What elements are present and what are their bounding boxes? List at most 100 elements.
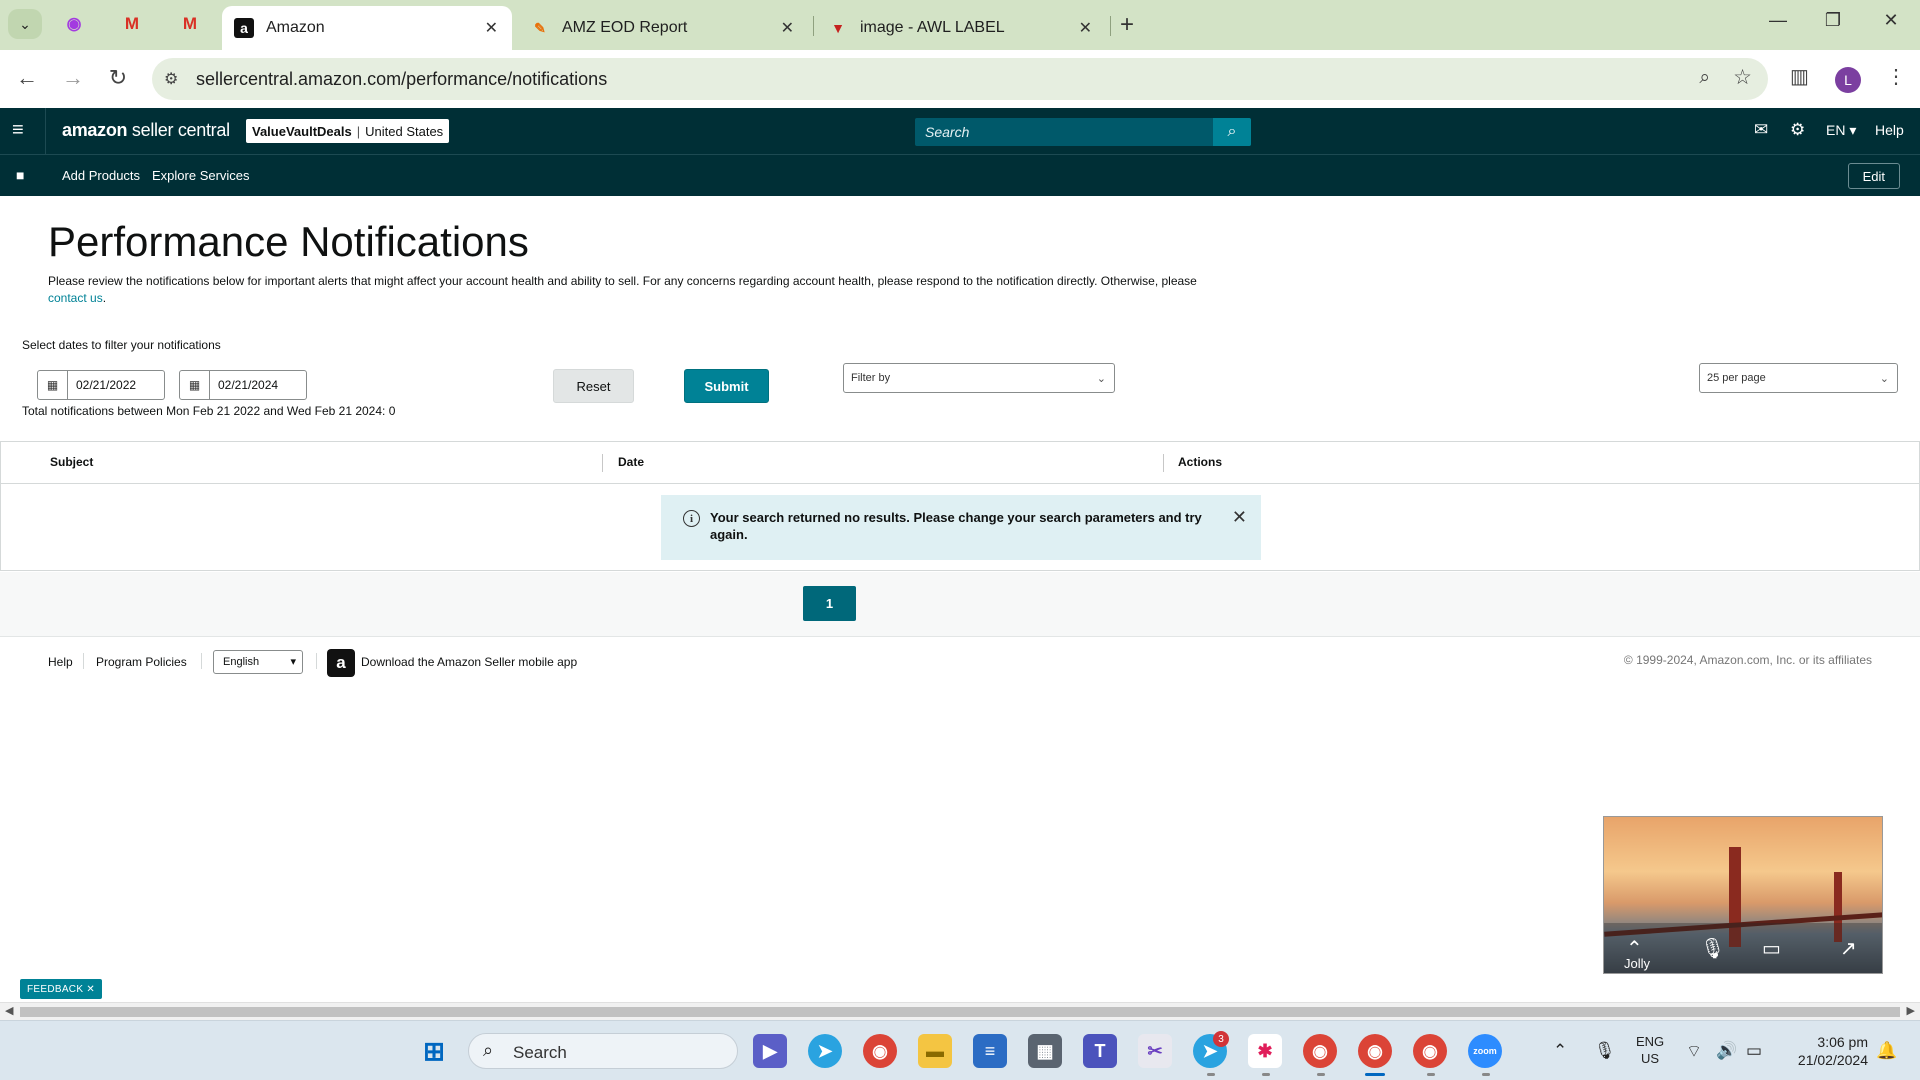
language-menu[interactable]: EN ▾ bbox=[1826, 122, 1856, 139]
file-explorer-icon[interactable]: ▬ bbox=[918, 1034, 952, 1068]
notepad-app-icon[interactable]: ≡ bbox=[973, 1034, 1007, 1068]
search-icon[interactable]: ⌕ bbox=[1213, 118, 1251, 146]
chrome-profile-icon-3[interactable]: ◉ bbox=[1413, 1034, 1447, 1068]
horizontal-scrollbar[interactable]: ◀ ▶ bbox=[0, 1002, 1920, 1020]
calendar-icon[interactable]: ▦ bbox=[38, 371, 68, 399]
tab-search-chevron-icon[interactable]: ⌄ bbox=[8, 9, 42, 39]
side-panel-icon[interactable]: ▥ bbox=[1790, 64, 1809, 89]
help-link[interactable]: Help bbox=[1875, 122, 1904, 138]
tab-amz-eod-report[interactable]: ✎ AMZ EOD Report ✕ bbox=[518, 6, 808, 50]
footer-separator bbox=[316, 653, 317, 669]
window-close-icon[interactable]: ✕ bbox=[1876, 10, 1906, 31]
restore-icon[interactable]: ❐ bbox=[1818, 10, 1848, 31]
scrollbar-thumb[interactable] bbox=[20, 1007, 1900, 1017]
amazon-app-logo-icon[interactable]: a bbox=[327, 649, 355, 677]
column-actions: Actions bbox=[1178, 455, 1223, 469]
start-date-field[interactable]: ▦ 02/21/2022 bbox=[37, 370, 165, 400]
per-page-select[interactable]: 25 per page ⌄ bbox=[1699, 363, 1898, 393]
system-clock[interactable]: 3:06 pm 21/02/2024 bbox=[1786, 1033, 1868, 1069]
footer-language-select[interactable]: English ▾ bbox=[213, 650, 303, 674]
zoom-app-icon[interactable]: zoom bbox=[1468, 1034, 1502, 1068]
gear-icon[interactable]: ⚙ bbox=[1790, 120, 1805, 140]
scroll-left-arrow-icon[interactable]: ◀ bbox=[5, 1004, 13, 1017]
tab-awl-label[interactable]: ▼ image - AWL LABEL ✕ bbox=[816, 6, 1106, 50]
download-app-link[interactable]: Download the Amazon Seller mobile app bbox=[361, 655, 577, 669]
bookmark-star-icon[interactable]: ☆ bbox=[1733, 65, 1752, 90]
calculator-app-icon[interactable]: ▦ bbox=[1028, 1034, 1062, 1068]
start-date-value[interactable]: 02/21/2022 bbox=[68, 371, 164, 399]
messenger-pinned-tab-icon[interactable]: ◉ bbox=[62, 12, 86, 36]
chrome-profile-icon[interactable]: ◉ bbox=[1303, 1034, 1337, 1068]
snipping-tool-icon[interactable]: ✂ bbox=[1138, 1034, 1172, 1068]
meet-app-icon[interactable]: ▶ bbox=[753, 1034, 787, 1068]
video-call-preview[interactable]: ⌃ 🎙 ▭ ↗ Jolly bbox=[1603, 816, 1883, 974]
wifi-icon[interactable]: ⌔ bbox=[1686, 1041, 1702, 1062]
column-divider bbox=[1163, 454, 1164, 472]
gmail-pinned-tab-icon[interactable]: M bbox=[120, 12, 144, 36]
search-icon: ⌕ bbox=[483, 1040, 494, 1060]
header-divider bbox=[45, 108, 46, 154]
close-icon[interactable]: ✕ bbox=[1232, 507, 1247, 528]
microphone-muted-icon[interactable]: 🎙 bbox=[1700, 936, 1725, 961]
scroll-right-arrow-icon[interactable]: ▶ bbox=[1907, 1004, 1915, 1017]
chrome-app-icon[interactable]: ◉ bbox=[863, 1034, 897, 1068]
subnav-explore-services[interactable]: Explore Services bbox=[152, 168, 250, 183]
subnav-add-products[interactable]: Add Products bbox=[62, 168, 140, 183]
seller-search-input[interactable]: Search ⌕ bbox=[915, 118, 1251, 146]
filter-by-select[interactable]: Filter by ⌄ bbox=[843, 363, 1115, 393]
battery-icon[interactable]: ▭ bbox=[1746, 1041, 1762, 1061]
close-tab-icon[interactable]: ✕ bbox=[1079, 18, 1092, 38]
feedback-button[interactable]: FEEDBACK ✕ bbox=[20, 979, 103, 999]
contact-us-link[interactable]: contact us bbox=[48, 291, 103, 305]
store-switcher[interactable]: ValueVaultDeals | United States bbox=[246, 119, 450, 143]
camera-icon[interactable]: ▭ bbox=[1762, 936, 1781, 961]
share-screen-icon[interactable]: ↗ bbox=[1840, 936, 1857, 961]
chrome-profile-icon-active[interactable]: ◉ bbox=[1358, 1034, 1392, 1068]
footer-program-policies-link[interactable]: Program Policies bbox=[96, 655, 187, 669]
close-tab-icon[interactable]: ✕ bbox=[485, 18, 498, 38]
notification-bell-icon[interactable]: 🔔 bbox=[1876, 1041, 1897, 1061]
back-arrow-icon[interactable]: ← bbox=[12, 65, 42, 91]
minimize-icon[interactable]: — bbox=[1763, 10, 1793, 31]
reset-button[interactable]: Reset bbox=[553, 369, 634, 403]
column-subject[interactable]: Subject bbox=[50, 455, 93, 469]
calendar-icon[interactable]: ▦ bbox=[180, 371, 210, 399]
telegram-app-icon[interactable]: ➤ bbox=[808, 1034, 842, 1068]
teams-app-icon[interactable]: T bbox=[1083, 1034, 1117, 1068]
tab-amazon[interactable]: a Amazon ✕ bbox=[222, 6, 512, 50]
bookmark-icon[interactable]: ■ bbox=[16, 167, 24, 183]
seller-central-logo[interactable]: amazon seller central bbox=[62, 120, 230, 141]
address-bar[interactable]: ⚙ sellercentral.amazon.com/performance/n… bbox=[152, 58, 1768, 100]
site-info-icon[interactable]: ⚙ bbox=[164, 69, 178, 89]
page-button-current[interactable]: 1 bbox=[803, 586, 856, 621]
url-text[interactable]: sellercentral.amazon.com/performance/not… bbox=[196, 69, 607, 90]
tab-title: Amazon bbox=[266, 19, 325, 36]
new-tab-plus-icon[interactable]: + bbox=[1120, 11, 1134, 39]
gmail-pinned-tab-icon-2[interactable]: M bbox=[178, 12, 202, 36]
volume-icon[interactable]: 🔊 bbox=[1716, 1041, 1737, 1061]
submit-button[interactable]: Submit bbox=[684, 369, 769, 403]
windows-start-icon[interactable]: ⊞ bbox=[417, 1034, 451, 1068]
taskbar-search[interactable]: ⌕ Search bbox=[468, 1033, 738, 1069]
profile-avatar[interactable]: L bbox=[1835, 67, 1861, 93]
end-date-field[interactable]: ▦ 02/21/2024 bbox=[179, 370, 307, 400]
feedback-label: FEEDBACK bbox=[27, 983, 84, 995]
forward-arrow-icon[interactable]: → bbox=[58, 65, 88, 91]
chevron-down-icon: ▾ bbox=[290, 656, 296, 668]
browser-menu-kebab-icon[interactable]: ⋮ bbox=[1886, 64, 1906, 89]
end-date-value[interactable]: 02/21/2024 bbox=[210, 371, 306, 399]
awl-favicon-icon: ▼ bbox=[831, 20, 845, 36]
reload-icon[interactable]: ↻ bbox=[103, 65, 133, 91]
microphone-icon[interactable]: 🎙 bbox=[1594, 1041, 1616, 1061]
tray-chevron-up-icon[interactable]: ⌃ bbox=[1553, 1041, 1567, 1061]
input-language-indicator[interactable]: ENG US bbox=[1636, 1033, 1664, 1067]
column-date[interactable]: Date bbox=[618, 455, 644, 469]
edit-button[interactable]: Edit bbox=[1847, 163, 1900, 189]
slack-app-icon[interactable]: ✱ bbox=[1248, 1034, 1282, 1068]
footer-separator bbox=[201, 653, 202, 669]
mail-icon[interactable]: ✉ bbox=[1754, 120, 1768, 140]
hamburger-menu-icon[interactable]: ≡ bbox=[12, 119, 24, 142]
footer-help-link[interactable]: Help bbox=[48, 655, 73, 669]
close-tab-icon[interactable]: ✕ bbox=[781, 18, 794, 38]
zoom-magnifier-icon[interactable]: ⌕ bbox=[1699, 67, 1710, 89]
